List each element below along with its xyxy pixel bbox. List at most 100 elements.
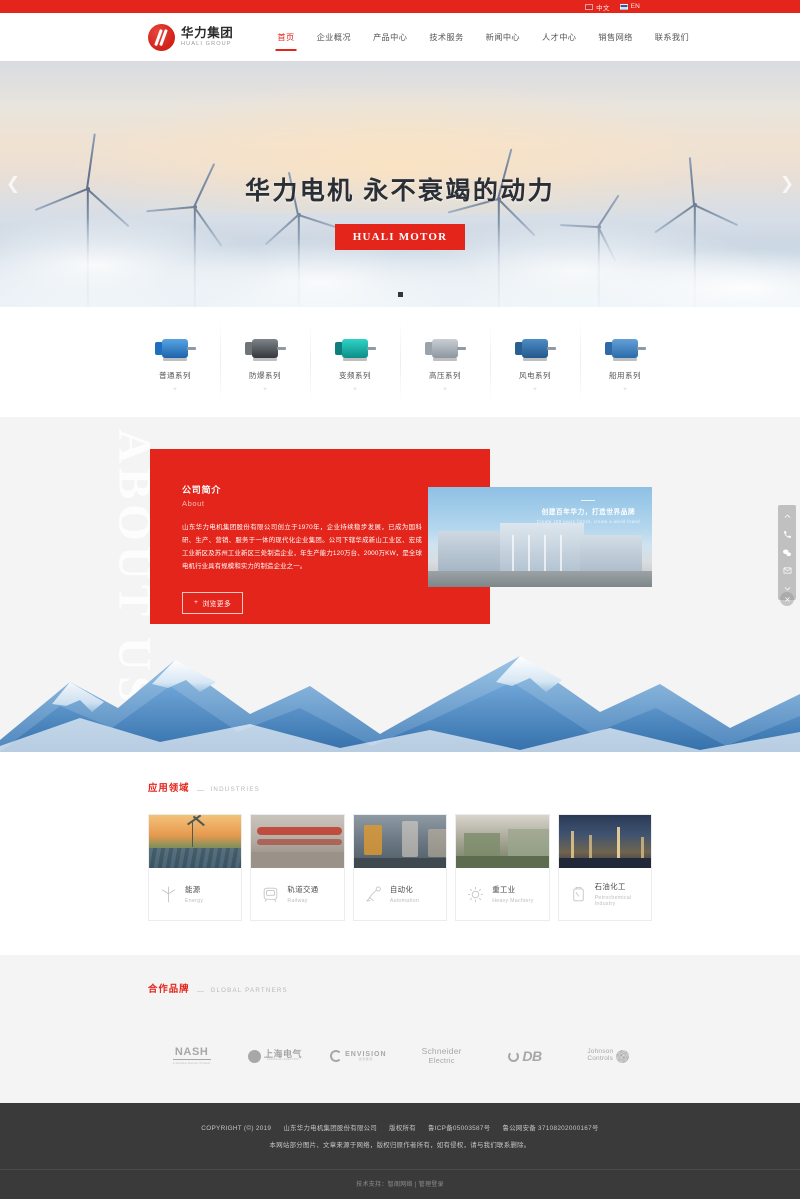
industry-photo — [456, 815, 549, 868]
logo-text: 华力集团 HUALI GROUP — [181, 26, 233, 47]
site-logo[interactable]: 华力集团 HUALI GROUP — [148, 23, 233, 51]
envision-logo: ENVISION 远景能源 — [330, 1050, 386, 1062]
partner-logo-envision[interactable]: ENVISION 远景能源 — [317, 1039, 400, 1073]
footer-company: 山东华力电机集团股份有限公司 — [283, 1125, 378, 1132]
nash-logo: NASH A Gardner Denver Product — [172, 1046, 211, 1065]
series-item-standard[interactable]: 普通系列 + — [130, 307, 220, 417]
industry-photo — [558, 815, 652, 868]
hero-banner: 华力电机 永不衰竭的动力 HUALI MOTOR ❮ ❯ — [0, 61, 800, 307]
phone-button[interactable] — [778, 526, 796, 543]
series-label: 风电系列 — [519, 370, 551, 380]
partner-logo-schneider[interactable]: Schneider Electric — [400, 1039, 483, 1073]
language-switch-zh[interactable]: 中文 — [585, 2, 609, 12]
partner-name: NASH — [172, 1046, 211, 1061]
language-switch-en[interactable]: EN — [619, 3, 640, 10]
nav-item-products[interactable]: 产品中心 — [373, 17, 407, 57]
industry-card-railway[interactable]: 轨道交通 Railway — [250, 814, 345, 921]
partner-logo-db[interactable]: DB — [483, 1039, 566, 1073]
heading-dash — [196, 790, 204, 791]
product-series-row: 普通系列 + 防爆系列 + 变频系列 + 高压系列 + 风电系列 + 船用系列 … — [0, 307, 800, 417]
partners-heading: 合作品牌 GLOBAL PARTNERS — [148, 981, 652, 995]
close-toolbar-button[interactable] — [780, 592, 794, 606]
industry-label-cn: 石油化工 — [594, 882, 626, 892]
industry-label-cn: 重工业 — [492, 885, 516, 895]
industries-title-cn: 应用领域 — [148, 782, 190, 793]
logo-title-en: HUALI GROUP — [181, 41, 232, 48]
industry-card-petrochemical[interactable]: 石油化工 Petrochemical Industry — [557, 814, 653, 921]
wechat-button[interactable] — [778, 544, 796, 561]
industry-card-energy[interactable]: 能源 Energy — [148, 814, 243, 921]
partner-emblem-icon — [616, 1049, 630, 1063]
hero-next-arrow-icon[interactable]: ❯ — [780, 173, 794, 195]
partner-emblem-icon — [247, 1049, 261, 1063]
chevron-up-icon — [784, 514, 790, 518]
industries-title-en: INDUSTRIES — [210, 786, 260, 793]
partner-name: DB — [522, 1047, 542, 1064]
series-label: 普通系列 — [159, 370, 191, 380]
nav-item-tech-service[interactable]: 技术服务 — [429, 17, 463, 57]
industry-card-automation[interactable]: 自动化 Automation — [352, 814, 448, 921]
nav-item-contact[interactable]: 联系我们 — [655, 17, 689, 57]
industry-label-cn: 轨道交通 — [287, 885, 319, 895]
about-more-button[interactable]: + 浏览更多 — [182, 591, 244, 614]
series-label: 变频系列 — [339, 370, 371, 380]
hero-cta-button[interactable]: HUALI MOTOR — [334, 224, 466, 250]
partner-logo-johnson-controls[interactable]: Johnson Controls — [567, 1039, 650, 1073]
series-item-wind-power[interactable]: 风电系列 + — [490, 307, 580, 417]
scroll-up-button[interactable] — [778, 508, 796, 525]
wind-turbine-icon — [161, 886, 176, 902]
close-icon — [784, 596, 790, 602]
series-item-marine[interactable]: 船用系列 + — [580, 307, 670, 417]
industry-card-heavy-machinery[interactable]: 重工业 Heavy Machiery — [455, 814, 550, 921]
motor-icon — [423, 332, 467, 364]
cn-flag-icon — [585, 3, 594, 10]
partners-title-cn: 合作品牌 — [148, 983, 190, 994]
hero-prev-arrow-icon[interactable]: ❮ — [6, 173, 20, 195]
about-more-label: 浏览更多 — [202, 600, 232, 608]
top-utility-bar: 中文 EN — [0, 0, 800, 13]
motor-icon — [333, 332, 377, 364]
partner-name: Schneider — [421, 1046, 462, 1057]
motor-icon — [243, 332, 287, 364]
series-label: 防爆系列 — [249, 370, 281, 380]
footer-icp[interactable]: 鲁ICP备05003587号 — [428, 1125, 490, 1132]
footer-support-link[interactable]: 智阁网络 — [388, 1182, 413, 1188]
en-flag-icon — [619, 3, 628, 10]
industry-label-cn: 自动化 — [389, 885, 414, 895]
huali-logo-icon — [148, 23, 175, 51]
nav-item-home[interactable]: 首页 — [277, 17, 294, 57]
db-logo: DB — [508, 1047, 542, 1064]
series-item-explosion-proof[interactable]: 防爆系列 + — [220, 307, 310, 417]
partner-sub: Electric — [428, 1056, 455, 1066]
industry-label-en: Energy — [185, 897, 204, 904]
plus-icon: + — [194, 599, 199, 606]
motor-icon — [603, 332, 647, 364]
footer-police-record[interactable]: 鲁公网安备 37108202000167号 — [503, 1125, 599, 1132]
industries-grid: 能源 Energy 轨道交通 Railway 自动化 Automation 重工… — [148, 814, 653, 921]
series-item-high-voltage[interactable]: 高压系列 + — [400, 307, 490, 417]
partners-section: 合作品牌 GLOBAL PARTNERS NASH A Gardner Denv… — [0, 955, 800, 1103]
partner-logo-shanghai-electric[interactable]: 上海电气 SHANGHAI ELECTRIC — [233, 1039, 316, 1073]
hero-content: 华力电机 永不衰竭的动力 HUALI MOTOR — [0, 171, 800, 250]
hero-dot-1[interactable] — [397, 292, 403, 297]
nav-item-company-profile[interactable]: 企业概况 — [317, 17, 351, 57]
partner-emblem-icon — [508, 1050, 520, 1062]
hero-pagination — [0, 292, 800, 297]
industry-photo — [149, 815, 242, 868]
partner-sub: Controls — [587, 1055, 614, 1062]
industry-label-en: Petrochemical Industry — [594, 894, 632, 907]
partner-logo-nash[interactable]: NASH A Gardner Denver Product — [150, 1039, 233, 1073]
train-icon — [264, 887, 278, 902]
gear-icon — [468, 886, 484, 902]
nav-item-news[interactable]: 新闻中心 — [486, 17, 520, 57]
heading-dash — [196, 991, 204, 992]
about-section: ABOUT US 公司简介 About 山东华力电机集团股份有限公司创立于197… — [0, 417, 800, 752]
series-item-variable-frequency[interactable]: 变频系列 + — [310, 307, 400, 417]
nav-item-sales-network[interactable]: 销售网络 — [598, 17, 632, 57]
industry-label-en: Railway — [287, 897, 308, 904]
mail-button[interactable] — [778, 562, 796, 579]
footer-copyright-line: COPYRIGHT (©) 2019 山东华力电机集团股份有限公司 版权所有 鲁… — [0, 1123, 800, 1132]
series-plus-icon: + — [533, 386, 537, 393]
nav-item-careers[interactable]: 人才中心 — [542, 17, 576, 57]
footer-admin-login[interactable]: 管理登录 — [419, 1182, 444, 1188]
